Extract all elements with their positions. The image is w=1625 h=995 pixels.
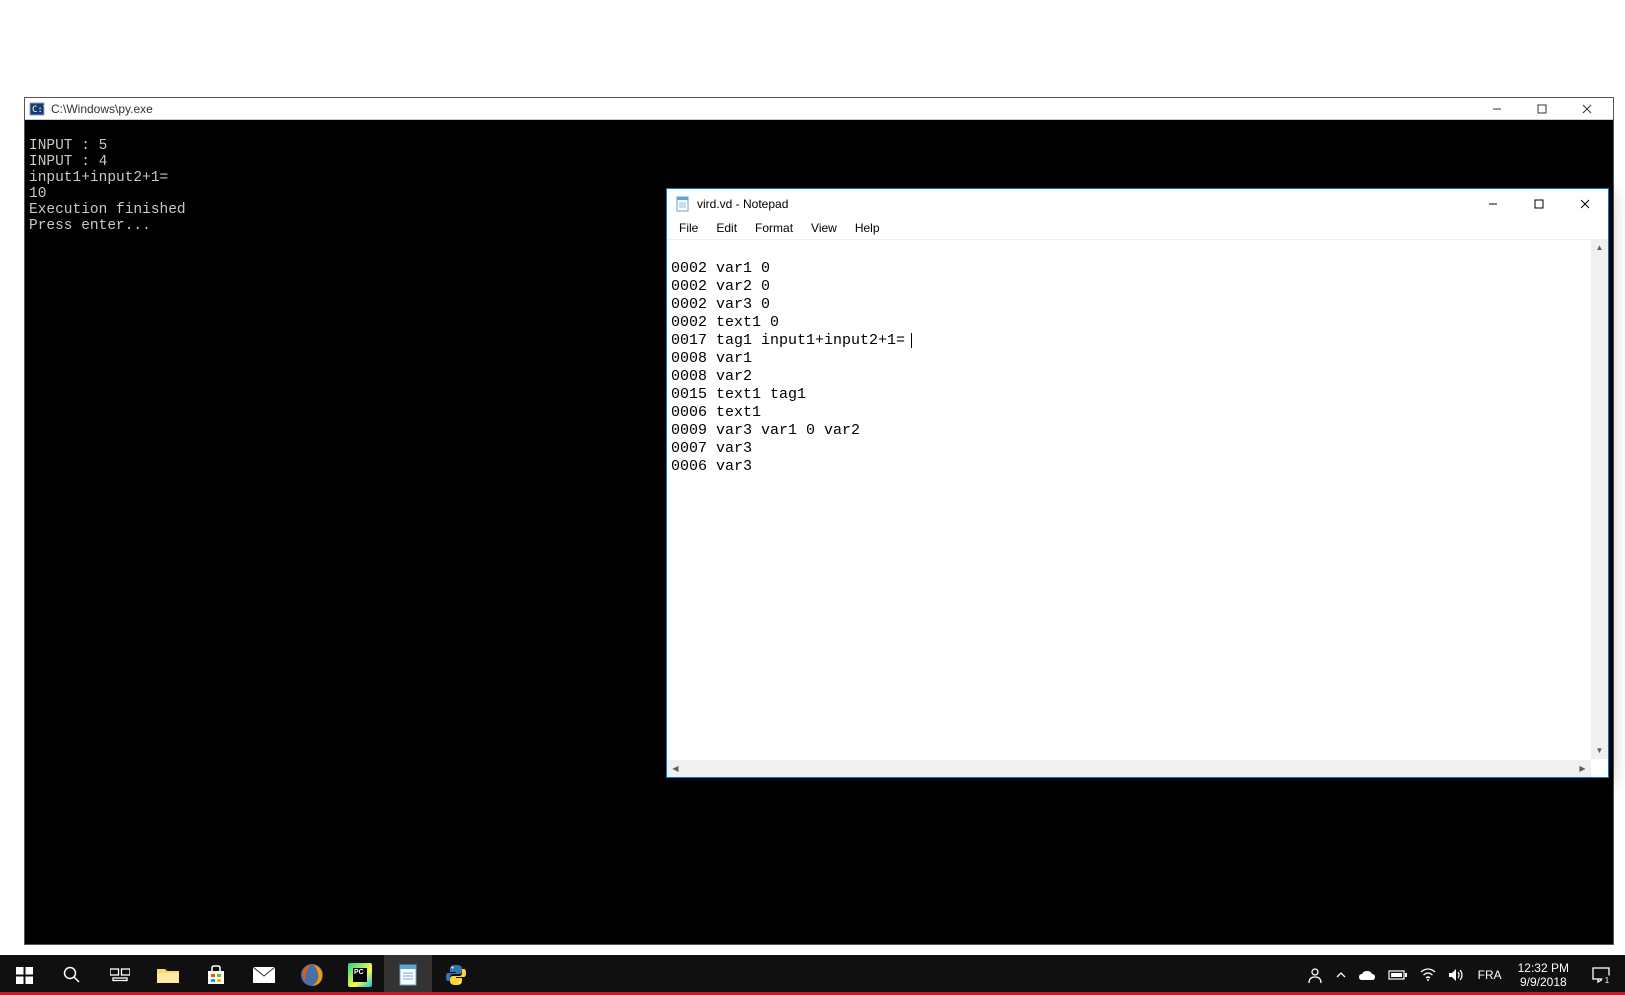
scroll-left-arrow-icon[interactable]: ◀ xyxy=(667,760,684,777)
console-maximize-button[interactable] xyxy=(1519,99,1564,119)
python-taskbar[interactable] xyxy=(432,955,480,995)
console-line: input1+input2+1= xyxy=(29,170,168,186)
action-center-button[interactable]: 1 xyxy=(1577,955,1625,995)
volume-tray-icon[interactable] xyxy=(1442,955,1470,995)
clock-date: 9/9/2018 xyxy=(1518,975,1569,989)
notepad-line: 0002 var2 0 xyxy=(671,278,770,295)
notepad-vertical-scrollbar[interactable]: ▲ ▼ xyxy=(1591,239,1608,759)
notepad-line: 0009 var3 var1 0 var2 xyxy=(671,422,860,439)
console-icon: C:\ xyxy=(29,101,45,117)
battery-tray-icon[interactable] xyxy=(1382,955,1414,995)
menu-file[interactable]: File xyxy=(671,219,706,239)
pycharm-icon: PC xyxy=(348,963,372,987)
store-taskbar[interactable] xyxy=(192,955,240,995)
notepad-line: 0006 text1 xyxy=(671,404,761,421)
search-icon xyxy=(63,966,81,984)
console-close-button[interactable] xyxy=(1564,99,1609,119)
menu-view[interactable]: View xyxy=(803,219,845,239)
notepad-line: 0002 var3 0 xyxy=(671,296,770,313)
python-icon xyxy=(444,963,468,987)
task-view-icon xyxy=(110,967,130,983)
text-cursor xyxy=(911,333,912,348)
console-line: Execution finished xyxy=(29,202,186,218)
scroll-right-arrow-icon[interactable]: ▶ xyxy=(1574,760,1591,777)
svg-text:C:\: C:\ xyxy=(32,105,45,115)
firefox-icon xyxy=(300,963,324,987)
mail-icon xyxy=(252,966,276,984)
console-window-buttons xyxy=(1474,99,1609,119)
console-minimize-button[interactable] xyxy=(1474,99,1519,119)
folder-icon xyxy=(156,965,180,985)
notepad-title: vird.vd - Notepad xyxy=(697,197,1470,211)
language-indicator[interactable]: FRA xyxy=(1470,968,1510,982)
console-line: Press enter... xyxy=(29,218,151,234)
file-explorer-taskbar[interactable] xyxy=(144,955,192,995)
console-line: INPUT : 4 xyxy=(29,154,107,170)
scroll-up-arrow-icon[interactable]: ▲ xyxy=(1591,239,1608,256)
notepad-line: 0008 var1 xyxy=(671,350,752,367)
windows-logo-icon xyxy=(16,967,33,984)
tray-expand-icon[interactable] xyxy=(1330,955,1352,995)
notepad-close-button[interactable] xyxy=(1562,189,1608,219)
mail-taskbar[interactable] xyxy=(240,955,288,995)
notepad-line: 0017 tag1 input1+input2+1= xyxy=(671,332,905,349)
store-icon xyxy=(205,964,227,986)
svg-text:1: 1 xyxy=(1605,976,1610,985)
notepad-taskbar-icon xyxy=(397,963,419,987)
notepad-line: 0015 text1 tag1 xyxy=(671,386,806,403)
wifi-tray-icon[interactable] xyxy=(1414,955,1442,995)
notepad-menubar: File Edit Format View Help xyxy=(667,219,1608,239)
clock-time: 12:32 PM xyxy=(1518,961,1569,975)
menu-format[interactable]: Format xyxy=(747,219,801,239)
notepad-line: 0002 var1 0 xyxy=(671,260,770,277)
onedrive-tray-icon[interactable] xyxy=(1352,955,1382,995)
search-button[interactable] xyxy=(48,955,96,995)
notepad-window-buttons xyxy=(1470,189,1608,219)
firefox-taskbar[interactable] xyxy=(288,955,336,995)
notepad-line: 0002 text1 0 xyxy=(671,314,779,331)
notepad-titlebar[interactable]: vird.vd - Notepad xyxy=(667,189,1608,219)
task-view-button[interactable] xyxy=(96,955,144,995)
console-line: INPUT : 5 xyxy=(29,138,107,154)
notification-icon: 1 xyxy=(1591,965,1611,985)
notepad-taskbar[interactable] xyxy=(384,955,432,995)
console-titlebar[interactable]: C:\ C:\Windows\py.exe xyxy=(25,98,1613,120)
start-button[interactable] xyxy=(0,955,48,995)
taskbar: PC xyxy=(0,955,1625,995)
system-tray: FRA 12:32 PM 9/9/2018 1 xyxy=(1300,955,1625,995)
pycharm-taskbar[interactable]: PC xyxy=(336,955,384,995)
scroll-down-arrow-icon[interactable]: ▼ xyxy=(1591,742,1608,759)
menu-help[interactable]: Help xyxy=(847,219,888,239)
notepad-line: 0006 var3 xyxy=(671,458,752,475)
console-title: C:\Windows\py.exe xyxy=(51,102,1474,116)
notepad-line: 0007 var3 xyxy=(671,440,752,457)
clock[interactable]: 12:32 PM 9/9/2018 xyxy=(1510,961,1577,989)
notepad-window: vird.vd - Notepad File Edit Format View … xyxy=(666,188,1609,778)
notepad-minimize-button[interactable] xyxy=(1470,189,1516,219)
notepad-icon xyxy=(675,196,691,212)
people-tray-icon[interactable] xyxy=(1300,955,1330,995)
notepad-horizontal-scrollbar[interactable]: ◀ ▶ xyxy=(667,760,1591,777)
taskbar-left: PC xyxy=(0,955,480,995)
notepad-text-area[interactable]: 0002 var1 0 0002 var2 0 0002 var3 0 0002… xyxy=(667,239,1608,777)
menu-edit[interactable]: Edit xyxy=(708,219,745,239)
notepad-maximize-button[interactable] xyxy=(1516,189,1562,219)
console-line: 10 xyxy=(29,186,46,202)
notepad-line: 0008 var2 xyxy=(671,368,752,385)
